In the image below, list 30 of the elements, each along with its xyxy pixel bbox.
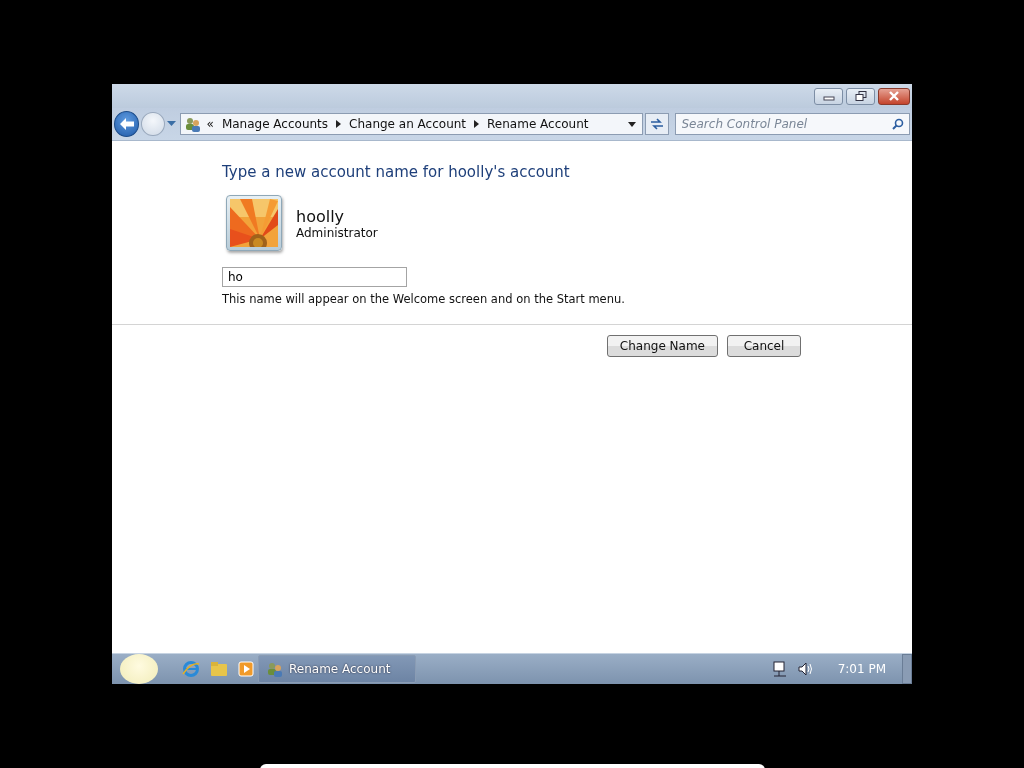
name-input[interactable]: ho: [222, 267, 407, 287]
user-name: hoolly: [296, 206, 346, 226]
back-button[interactable]: [114, 111, 140, 137]
dialog-button[interactable]: Change Name: [606, 335, 718, 357]
overflow-chevrons[interactable]: «: [206, 117, 214, 131]
start-button[interactable]: [120, 654, 158, 684]
page-heading: Type a new account name for hoolly's account: [222, 163, 571, 181]
volume-icon[interactable]: [797, 662, 814, 676]
close-icon: [888, 91, 900, 101]
separator-arrow-icon[interactable]: [474, 120, 480, 128]
users-icon: [184, 116, 201, 132]
search-icon[interactable]: [892, 118, 904, 130]
address-bar[interactable]: « Manage Accounts Change an Account Rename Account: [179, 113, 644, 135]
close-button[interactable]: [878, 87, 910, 105]
account-type: Administrator: [296, 225, 378, 240]
separator-arrow-icon[interactable]: [336, 120, 342, 128]
users-icon: [267, 661, 283, 677]
breadcrumb-link[interactable]: Change an Account: [349, 117, 467, 131]
restore-button[interactable]: [846, 87, 875, 105]
refresh-button[interactable]: [645, 113, 669, 135]
hint-text: This name will appear on the Welcome screen and on the Start menu.: [222, 292, 626, 306]
refresh-arrows-icon: [649, 118, 664, 130]
network-icon[interactable]: [771, 661, 788, 677]
breadcrumb-link[interactable]: Rename Account: [487, 117, 589, 131]
breadcrumb-link[interactable]: Manage Accounts: [221, 117, 329, 131]
search-field[interactable]: Search Control Panel: [674, 113, 910, 135]
restore-icon: [854, 91, 867, 101]
media-player-icon[interactable]: [238, 661, 254, 677]
dropdown-icon[interactable]: [628, 121, 637, 127]
dialog-button[interactable]: Cancel: [727, 335, 801, 357]
